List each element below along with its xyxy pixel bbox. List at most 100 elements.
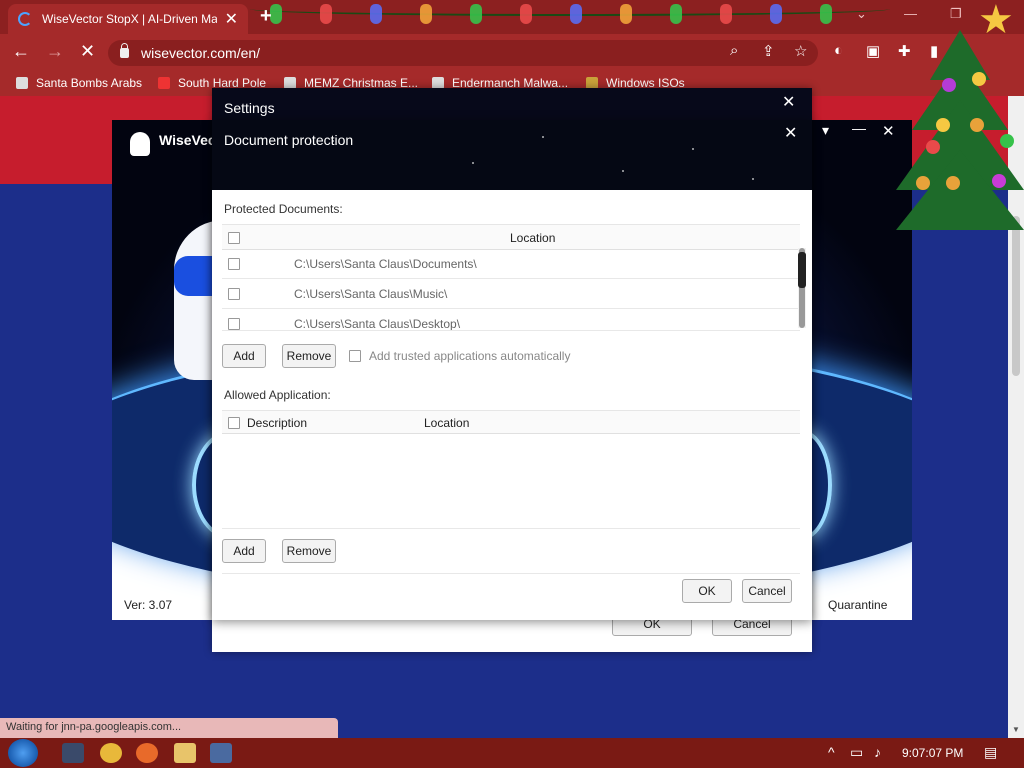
taskbar-clock[interactable]: 9:07:07 PM	[902, 746, 963, 760]
light-bulb-icon	[420, 4, 432, 24]
stop-loading-icon[interactable]: ✕	[80, 41, 95, 62]
light-bulb-icon	[770, 4, 782, 24]
add-application-button[interactable]: Add	[222, 539, 266, 563]
volume-icon[interactable]: ♪	[874, 744, 881, 760]
star-decoration	[752, 178, 754, 180]
ornament-icon	[926, 140, 940, 154]
light-bulb-icon	[570, 4, 582, 24]
address-bar-url: wisevector.com/en/	[141, 45, 261, 61]
app-menu-icon[interactable]: ▾	[822, 122, 829, 139]
browser-tab-active[interactable]: WiseVector StopX | AI-Driven Ma ✕	[8, 4, 248, 34]
light-bulb-icon	[270, 4, 282, 24]
star-decoration	[472, 162, 474, 164]
select-all-checkbox[interactable]	[228, 417, 240, 429]
remove-document-button[interactable]: Remove	[282, 344, 336, 368]
bookmark-favicon-icon	[158, 77, 170, 89]
select-all-checkbox[interactable]	[228, 232, 240, 244]
table-row[interactable]: C:\Users\Santa Claus\Music\	[222, 279, 800, 309]
ok-button[interactable]: OK	[682, 579, 732, 603]
scroll-down-arrow-icon[interactable]: ▼	[1012, 725, 1020, 734]
start-button-icon[interactable]	[8, 739, 38, 767]
search-icon[interactable]: ⌕	[730, 42, 738, 59]
browser-status-bar: Waiting for jnn-pa.googleapis.com...	[0, 718, 338, 738]
firefox-icon[interactable]	[136, 743, 158, 763]
protected-documents-table-header: Location	[222, 224, 800, 250]
scrollbar-grip[interactable]	[798, 252, 806, 288]
bookmark-item[interactable]: Santa Bombs Arabs	[16, 76, 142, 90]
star-decoration	[692, 148, 694, 150]
light-bulb-icon	[820, 4, 832, 24]
tab-close-button[interactable]: ✕	[225, 9, 238, 29]
lock-icon	[120, 43, 129, 58]
protected-documents-scrollbar[interactable]	[798, 248, 806, 328]
ornament-icon	[936, 118, 950, 132]
file-explorer-icon[interactable]	[174, 743, 196, 763]
app-logo-icon	[130, 132, 150, 156]
row-checkbox[interactable]	[228, 288, 240, 300]
description-column-header[interactable]: Description	[247, 416, 307, 430]
christmas-tree-decoration: ★	[896, 0, 1024, 236]
quarantine-link[interactable]: Quarantine	[828, 598, 887, 612]
light-bulb-icon	[720, 4, 732, 24]
document-protection-header	[212, 120, 812, 190]
trusted-apps-checkbox[interactable]	[349, 350, 361, 362]
location-column-header[interactable]: Location	[510, 231, 555, 245]
app-minimize-icon[interactable]: —	[852, 120, 866, 136]
table-bottom-divider	[222, 528, 800, 529]
settings-close-button[interactable]: ✕	[782, 92, 795, 112]
app-close-icon[interactable]: ✕	[882, 122, 895, 140]
forward-arrow-icon[interactable]: →	[46, 41, 64, 62]
wisevector-taskbar-icon[interactable]	[210, 743, 232, 763]
footer-divider	[222, 573, 800, 574]
doc-dialog-close-button[interactable]: ✕	[784, 123, 797, 143]
task-view-icon[interactable]	[62, 743, 84, 763]
tray-expand-icon[interactable]: ^	[828, 744, 835, 760]
christmas-lights	[250, 0, 890, 34]
bookmark-favicon-icon	[16, 77, 28, 89]
chrome-icon[interactable]	[100, 743, 122, 763]
ornament-icon	[916, 176, 930, 190]
loading-spinner-icon	[18, 12, 32, 26]
back-arrow-icon[interactable]: ←	[12, 41, 30, 62]
tree-layer	[896, 150, 1024, 230]
row-checkbox[interactable]	[228, 318, 240, 330]
allowed-applications-table-header: Description Location	[222, 410, 800, 434]
star-decoration	[542, 136, 544, 138]
extension-s-icon[interactable]: ▣	[866, 42, 880, 60]
row-checkbox[interactable]	[228, 258, 240, 270]
remove-application-button[interactable]: Remove	[282, 539, 336, 563]
tab-title: WiseVector StopX | AI-Driven Ma	[42, 12, 217, 26]
tree-star-icon: ★	[978, 0, 1014, 42]
star-decoration	[622, 170, 624, 172]
light-bulb-icon	[320, 4, 332, 24]
light-bulb-icon	[370, 4, 382, 24]
table-row[interactable]: C:\Users\Santa Claus\Desktop\	[222, 309, 800, 331]
ornament-icon	[1000, 134, 1014, 148]
bookmark-star-icon[interactable]: ☆	[794, 42, 807, 60]
row-location: C:\Users\Santa Claus\Music\	[294, 287, 448, 301]
network-icon[interactable]: ▭	[850, 744, 863, 761]
row-location: C:\Users\Santa Claus\Documents\	[294, 257, 477, 271]
location-column-header[interactable]: Location	[424, 416, 469, 430]
ornament-icon	[946, 176, 960, 190]
browser-tab-bar: WiseVector StopX | AI-Driven Ma ✕ + ⌄ — …	[0, 0, 1024, 34]
ornament-icon	[992, 174, 1006, 188]
light-bulb-icon	[670, 4, 682, 24]
page-scrollbar-thumb[interactable]	[1012, 216, 1020, 376]
share-icon[interactable]: ⇪	[762, 42, 775, 60]
row-location: C:\Users\Santa Claus\Desktop\	[294, 317, 461, 331]
app-version: Ver: 3.07	[124, 598, 173, 612]
document-protection-dialog: Document protection ✕ Protected Document…	[212, 120, 812, 620]
notifications-icon[interactable]: ▤	[984, 744, 997, 761]
tab-search-icon[interactable]: ⌄	[856, 6, 867, 22]
trusted-apps-label: Add trusted applications automatically	[369, 349, 571, 363]
new-tab-button[interactable]: +	[260, 5, 272, 28]
ornament-icon	[972, 72, 986, 86]
table-row[interactable]: C:\Users\Santa Claus\Documents\	[222, 249, 800, 279]
light-bulb-icon	[620, 4, 632, 24]
address-bar[interactable]: wisevector.com/en/	[108, 40, 818, 66]
allowed-application-label: Allowed Application:	[224, 388, 331, 402]
cancel-button[interactable]: Cancel	[742, 579, 792, 603]
add-document-button[interactable]: Add	[222, 344, 266, 368]
extension-flag-icon[interactable]: ◐	[834, 42, 843, 59]
